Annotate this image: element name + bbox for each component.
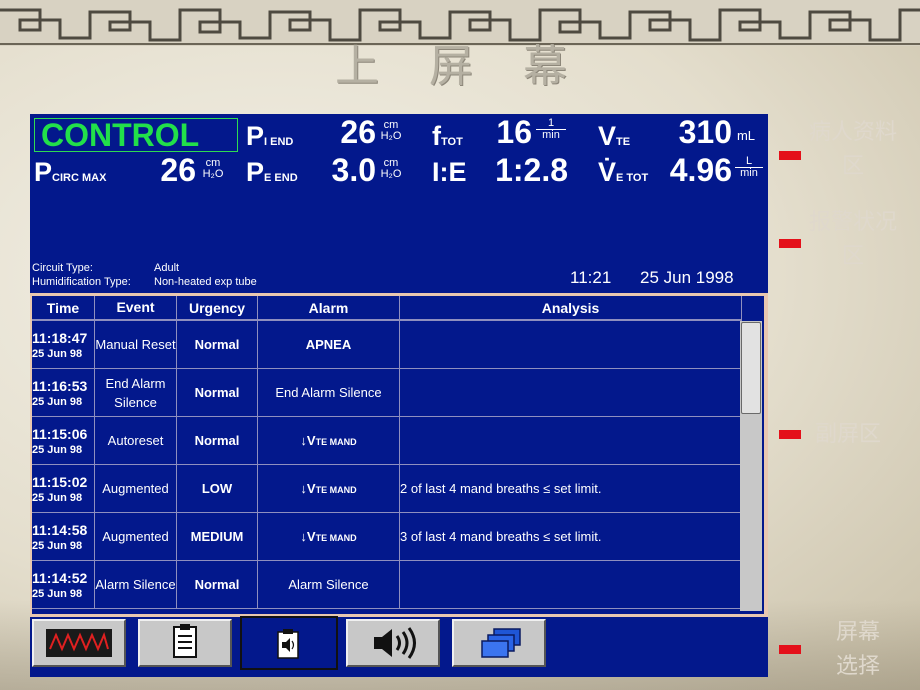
row-time: 11:18:47 25 Jun 98 [32, 320, 95, 369]
row-time: 11:14:52 25 Jun 98 [32, 560, 95, 609]
alarm-log-panel: Time Event Urgency Alarm Analysis 11:18:… [32, 296, 764, 614]
row-alarm: ↓VTE MAND [257, 464, 400, 513]
ftot-label: fTOT [432, 121, 463, 151]
piend-value: 26 [340, 114, 376, 150]
clock-time: 11:21 [570, 268, 612, 287]
table-row[interactable]: 11:18:47 25 Jun 98 Manual Reset Normal AP… [32, 320, 742, 369]
row-alarm: ↓VTE MAND [257, 416, 400, 465]
row-event: Augmented [94, 464, 177, 513]
ie-value: 1:2.8 [495, 152, 568, 188]
table-row[interactable]: 11:16:53 25 Jun 98 End Alarm Silence Norm… [32, 368, 742, 417]
row-urgency: Normal [176, 368, 258, 417]
slide-title: 上 屏 幕 [335, 41, 585, 92]
row-analysis: 2 of last 4 mand breaths ≤ set limit. [399, 464, 742, 513]
table-row[interactable]: 11:14:58 25 Jun 98 Augmented MEDIUM ↓VTE … [32, 512, 742, 561]
peend-value: 3.0 [331, 152, 376, 188]
annotation-sub-screen: 副屏区 [814, 422, 881, 447]
annotation-alarm-area: 报警状况区 [808, 210, 897, 269]
row-event: Augmented [94, 512, 177, 561]
row-event: End Alarm Silence [94, 368, 177, 417]
row-analysis [399, 320, 742, 369]
row-urgency: Normal [176, 560, 258, 609]
humidification-value: Non-heated exp tube [154, 276, 257, 288]
row-alarm: ↓VTE MAND [257, 512, 400, 561]
arrow-icon [779, 239, 801, 248]
log-header-row: Time Event Urgency Alarm Analysis [32, 296, 742, 321]
ftot-value: 16 [496, 114, 532, 150]
row-time: 11:15:06 25 Jun 98 [32, 416, 95, 465]
pcirc-value: 26 [160, 152, 196, 188]
row-alarm: APNEA [257, 320, 400, 369]
humidification-label: Humidification Type: [32, 276, 131, 288]
row-analysis [399, 416, 742, 465]
row-time: 11:15:02 25 Jun 98 [32, 464, 95, 513]
header-alarm: Alarm [257, 296, 400, 321]
row-alarm: Alarm Silence [257, 560, 400, 609]
arrow-icon [779, 151, 801, 160]
stacked-screens-icon [481, 628, 521, 658]
vte-value: 310 [678, 114, 732, 150]
row-event: Alarm Silence [94, 560, 177, 609]
row-analysis [399, 560, 742, 609]
row-event: Autoreset [94, 416, 177, 465]
row-urgency: Normal [176, 320, 258, 369]
table-row[interactable]: 11:15:06 25 Jun 98 Autoreset Normal ↓VTE … [32, 416, 742, 465]
clipboard-icon [173, 624, 197, 658]
patient-data-button[interactable] [138, 619, 232, 667]
row-time: 11:14:58 25 Jun 98 [32, 512, 95, 561]
row-analysis: 3 of last 4 mand breaths ≤ set limit. [399, 512, 742, 561]
piend-label: PI END [246, 121, 294, 151]
circuit-type-value: Adult [154, 262, 180, 274]
row-event: Manual Reset [94, 320, 177, 369]
waveform-icon [46, 629, 112, 657]
pcirc-unit: cm H₂O [202, 157, 224, 180]
table-row[interactable]: 11:15:02 25 Jun 98 Augmented LOW ↓VTE MAN… [32, 464, 742, 513]
arrow-icon [779, 645, 801, 654]
speaker-icon [374, 627, 416, 659]
vetot-label: V̇E TOT [598, 157, 649, 187]
vetot-unit: Lmin [735, 156, 763, 179]
circuit-type-label: Circuit Type: [32, 262, 93, 274]
arrow-icon [779, 430, 801, 439]
row-urgency: Normal [176, 416, 258, 465]
table-row[interactable]: 11:14:52 25 Jun 98 Alarm Silence Normal A… [32, 560, 742, 609]
piend-unit: cm H₂O [380, 119, 402, 142]
row-urgency: MEDIUM [176, 512, 258, 561]
other-screens-button[interactable] [452, 619, 546, 667]
header-urgency: Urgency [176, 296, 258, 321]
peend-unit: cm H₂O [380, 157, 402, 180]
header-event: Event [94, 296, 177, 321]
vte-unit: mL [736, 128, 756, 143]
patient-data-panel: CONTROL PCIRC MAX 26 cm H₂O PI END 26 cm H… [30, 114, 768, 192]
alarm-volume-button[interactable] [346, 619, 440, 667]
ventilator-screen: CONTROL PCIRC MAX 26 cm H₂O PI END 26 cm H… [30, 114, 768, 677]
alarm-log-icon [277, 629, 299, 659]
row-urgency: LOW [176, 464, 258, 513]
peend-label: PE END [246, 157, 298, 187]
ftot-unit: 1 min [536, 118, 566, 141]
annotation-patient-area: 病人资料区 [808, 120, 897, 179]
header-analysis: Analysis [399, 296, 742, 321]
scrollbar-thumb[interactable] [741, 322, 761, 414]
header-time: Time [32, 296, 95, 321]
alarm-log-button[interactable] [240, 616, 338, 670]
row-time: 11:16:53 25 Jun 98 [32, 368, 95, 417]
row-analysis [399, 368, 742, 417]
vte-label: VTE [598, 121, 631, 151]
waveform-button[interactable] [32, 619, 126, 667]
alarm-status-panel: Circuit Type: Adult Humidification Type:… [30, 192, 768, 293]
mode-indicator: CONTROL [34, 118, 238, 152]
row-alarm: End Alarm Silence [257, 368, 400, 417]
pcirc-label: PCIRC MAX [34, 157, 107, 187]
annotation-screen-select: 屏幕选择 [835, 620, 880, 679]
vetot-value: 4.96 [669, 152, 732, 188]
ie-label: I:E [432, 157, 467, 187]
alarm-log-table: Time Event Urgency Alarm Analysis 11:18:… [32, 296, 742, 609]
clock-date: 25 Jun 1998 [640, 268, 734, 287]
log-scrollbar[interactable] [740, 321, 762, 611]
